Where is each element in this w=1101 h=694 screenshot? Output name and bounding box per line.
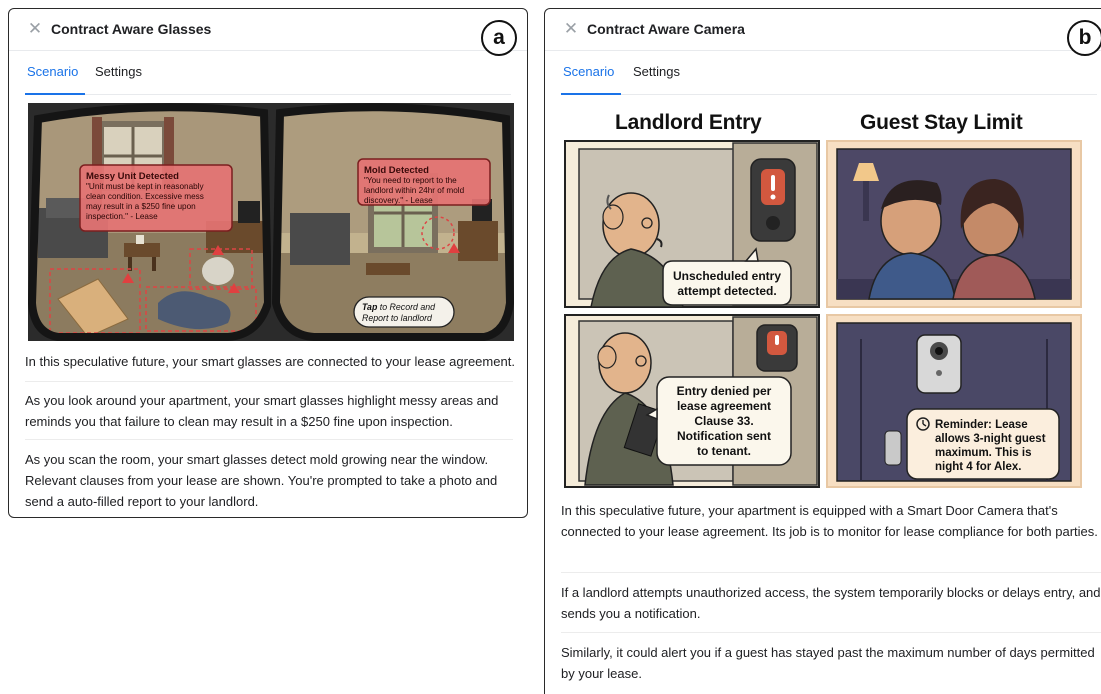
svg-text:Clause 33.: Clause 33. <box>694 414 753 428</box>
scenario-paragraph: In this speculative future, your smart g… <box>25 354 515 369</box>
panel-title: Contract Aware Glasses <box>51 21 212 37</box>
active-tab-indicator <box>25 93 85 95</box>
divider <box>561 572 1101 573</box>
svg-text:allows 3-night guest: allows 3-night guest <box>935 433 1046 445</box>
scenario-paragraph: As you scan the room, your smart glasses… <box>25 452 498 509</box>
panel-header: ✕ Contract Aware Glasses a <box>9 9 527 56</box>
scenario-paragraph: Similarly, it could alert you if a guest… <box>561 645 1095 681</box>
guest-stay-heading: Guest Stay Limit <box>860 111 1023 134</box>
tab-scenario[interactable]: Scenario <box>563 64 614 79</box>
divider <box>25 381 513 382</box>
tab-settings[interactable]: Settings <box>95 64 142 79</box>
left-lens-view: Messy Unit Detected "Unit must be kept i… <box>28 103 273 341</box>
svg-text:night 4 for Alex.: night 4 for Alex. <box>935 461 1021 473</box>
comic-panel-entry-denied: Entry denied per lease agreement Clause … <box>564 314 820 488</box>
right-lens-view: Mold Detected "You need to report to the… <box>271 103 514 341</box>
mold-callout-line: discovery." - Lease <box>364 196 433 205</box>
mold-callout-heading: Mold Detected <box>364 165 429 176</box>
close-icon[interactable]: ✕ <box>563 20 579 37</box>
messy-callout-line: may result in a $250 fine upon <box>86 202 196 211</box>
svg-text:maximum. This is: maximum. This is <box>935 447 1032 459</box>
mold-callout-line: landlord within 24hr of mold <box>364 186 465 195</box>
messy-callout-heading: Messy Unit Detected <box>86 171 179 182</box>
scenario-paragraph: If a landlord attempts unauthorized acce… <box>561 585 1101 621</box>
svg-text:Unscheduled entry: Unscheduled entry <box>673 269 781 283</box>
tab-scenario[interactable]: Scenario <box>27 64 78 79</box>
scenario-paragraph: In this speculative future, your apartme… <box>561 503 1098 539</box>
close-icon[interactable]: ✕ <box>27 20 43 37</box>
svg-text:Entry denied per: Entry denied per <box>677 384 772 398</box>
mold-callout-line: "You need to report to the <box>364 176 457 185</box>
landlord-entry-heading: Landlord Entry <box>615 111 762 134</box>
messy-callout-line: "Unit must be kept in reasonably <box>86 182 204 191</box>
comic-panel-guest-reminder: Reminder: Lease allows 3-night guest max… <box>826 314 1082 488</box>
svg-text:attempt detected.: attempt detected. <box>677 284 776 298</box>
comic-panel-couple <box>826 140 1082 308</box>
messy-callout-line: clean condition. Excessive mess <box>86 192 204 201</box>
svg-text:to tenant.: to tenant. <box>697 444 751 458</box>
divider <box>561 632 1101 633</box>
panel-title: Contract Aware Camera <box>587 21 745 37</box>
tab-settings[interactable]: Settings <box>633 64 680 79</box>
glasses-scenario-panel: ✕ Contract Aware Glasses a Scenario Sett… <box>8 8 528 518</box>
camera-scenario-panel: ✕ Contract Aware Camera b Scenario Setti… <box>544 8 1101 694</box>
svg-text:Report to landlord: Report to landlord <box>362 313 433 323</box>
messy-callout-line: inspection." - Lease <box>86 212 158 221</box>
comic-panel-unscheduled-entry: Unscheduled entry attempt detected. <box>564 140 820 308</box>
svg-text:Tap to Record and: Tap to Record and <box>362 302 436 312</box>
tap-to-record-button[interactable]: Tap to Record and Report to landlord <box>353 296 455 328</box>
svg-text:Notification sent: Notification sent <box>677 429 771 443</box>
tab-bar: Scenario Settings <box>561 51 1097 95</box>
panel-header: ✕ Contract Aware Camera b <box>545 9 1101 56</box>
divider <box>25 439 513 440</box>
camera-illustration: Unscheduled entry attempt detected. Entr… <box>564 140 1082 488</box>
svg-text:Reminder: Lease: Reminder: Lease <box>935 419 1028 431</box>
svg-text:lease agreement: lease agreement <box>677 399 771 413</box>
active-tab-indicator <box>561 93 621 95</box>
glasses-illustration: Messy Unit Detected "Unit must be kept i… <box>28 103 514 341</box>
tab-bar: Scenario Settings <box>25 51 511 95</box>
scenario-paragraph: As you look around your apartment, your … <box>25 393 499 429</box>
